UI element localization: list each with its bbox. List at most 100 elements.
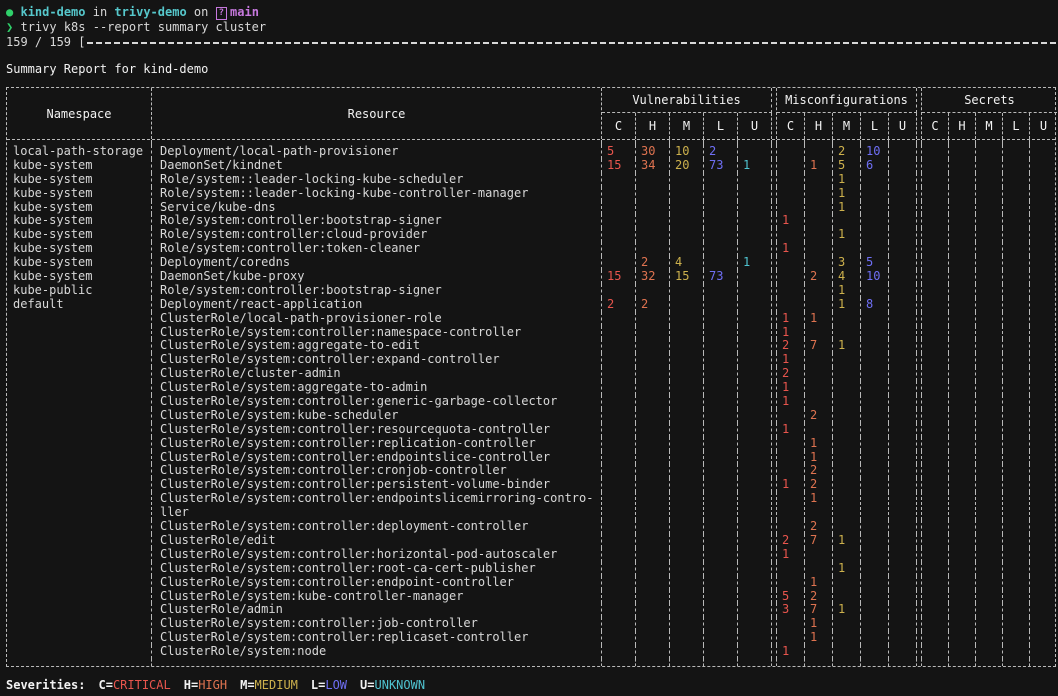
- count-cell: 2: [777, 367, 805, 381]
- count-cell: [976, 395, 1003, 409]
- count-cell: [1030, 645, 1057, 659]
- count-cell: [602, 603, 636, 617]
- namespace-cell: [7, 548, 152, 562]
- count-cell: [670, 326, 704, 340]
- namespace-cell: kube-system: [7, 214, 152, 228]
- count-cell: [738, 339, 772, 353]
- count-cell: [889, 381, 917, 395]
- count-cell: [1003, 284, 1030, 298]
- count-cell: [949, 576, 976, 590]
- resource-cell: ClusterRole/system:controller:job-contro…: [152, 617, 602, 631]
- count-cell: [861, 284, 889, 298]
- count-cell: [738, 603, 772, 617]
- table-row: ClusterRole/edit271: [7, 534, 1055, 548]
- count-cell: [704, 464, 738, 478]
- count-cell: [949, 409, 976, 423]
- count-cell: [704, 228, 738, 242]
- count-cell: [1003, 451, 1030, 465]
- count-cell: [833, 590, 861, 604]
- count-cell: [861, 409, 889, 423]
- resource-cell: Role/system:controller:bootstrap-signer: [152, 214, 602, 228]
- count-cell: [976, 590, 1003, 604]
- count-cell: [1003, 353, 1030, 367]
- count-cell: [704, 326, 738, 340]
- count-cell: [949, 381, 976, 395]
- count-cell: [738, 270, 772, 284]
- table-row: kube-systemService/kube-dns1: [7, 201, 1055, 215]
- progress-line: 159 / 159 [: [6, 35, 1058, 50]
- count-cell: 1: [777, 423, 805, 437]
- namespace-cell: kube-system: [7, 173, 152, 187]
- count-cell: [1003, 562, 1030, 576]
- count-cell: [602, 353, 636, 367]
- count-cell: [889, 478, 917, 492]
- count-cell: [861, 201, 889, 215]
- count-cell: 1: [777, 548, 805, 562]
- count-cell: [636, 395, 670, 409]
- count-cell: [636, 214, 670, 228]
- count-cell: 7: [805, 534, 833, 548]
- count-cell: [949, 437, 976, 451]
- count-cell: [976, 242, 1003, 256]
- count-cell: 73: [704, 159, 738, 173]
- count-cell: [670, 631, 704, 645]
- count-cell: [704, 576, 738, 590]
- count-cell: [976, 367, 1003, 381]
- count-cell: [805, 353, 833, 367]
- count-cell: [1003, 478, 1030, 492]
- legend-item: H=HIGH: [184, 678, 227, 692]
- count-cell: [805, 187, 833, 201]
- count-cell: [1030, 659, 1057, 666]
- count-cell: [1030, 492, 1057, 520]
- resource-cell: [152, 659, 602, 666]
- prompt-caret-icon: ❯: [6, 20, 13, 34]
- count-cell: [1030, 270, 1057, 284]
- resource-cell: ClusterRole/system:controller:endpointsl…: [152, 451, 602, 465]
- count-cell: 1: [833, 284, 861, 298]
- count-cell: [889, 562, 917, 576]
- count-cell: 7: [805, 339, 833, 353]
- namespace-cell: local-path-storage: [7, 145, 152, 159]
- count-cell: [889, 617, 917, 631]
- table-row: ClusterRole/system:controller:cronjob-co…: [7, 464, 1055, 478]
- count-cell: [861, 381, 889, 395]
- count-cell: [704, 645, 738, 659]
- count-cell: [833, 242, 861, 256]
- count-cell: 1: [805, 492, 833, 520]
- count-cell: [602, 228, 636, 242]
- count-cell: [833, 381, 861, 395]
- count-cell: [602, 478, 636, 492]
- namespace-cell: kube-system: [7, 187, 152, 201]
- resource-cell: ClusterRole/system:controller:namespace-…: [152, 326, 602, 340]
- count-cell: [976, 548, 1003, 562]
- namespace-cell: kube-system: [7, 242, 152, 256]
- table-row: ClusterRole/system:node1: [7, 645, 1055, 659]
- count-cell: [922, 534, 949, 548]
- namespace-cell: [7, 492, 152, 520]
- count-cell: [976, 409, 1003, 423]
- count-cell: [861, 534, 889, 548]
- count-cell: [777, 617, 805, 631]
- resource-cell: ClusterRole/system:controller:cronjob-co…: [152, 464, 602, 478]
- count-cell: [738, 562, 772, 576]
- count-cell: 1: [738, 256, 772, 270]
- count-cell: 2: [636, 298, 670, 312]
- count-cell: [833, 409, 861, 423]
- count-cell: [1003, 256, 1030, 270]
- count-cell: [1003, 270, 1030, 284]
- severity-column-header: H: [636, 113, 670, 139]
- count-cell: [922, 520, 949, 534]
- resource-cell: Role/system:controller:bootstrap-signer: [152, 284, 602, 298]
- table-row: kube-publicRole/system:controller:bootst…: [7, 284, 1055, 298]
- count-cell: [976, 187, 1003, 201]
- terminal[interactable]: ● kind-demo in trivy-demo on ?main ❯ tri…: [0, 0, 1058, 693]
- count-cell: [889, 395, 917, 409]
- count-cell: [602, 534, 636, 548]
- count-cell: [1030, 534, 1057, 548]
- count-cell: [949, 145, 976, 159]
- count-cell: [976, 478, 1003, 492]
- count-cell: [1003, 395, 1030, 409]
- count-cell: [949, 451, 976, 465]
- resource-cell: ClusterRole/system:controller:root-ca-ce…: [152, 562, 602, 576]
- count-cell: 1: [833, 173, 861, 187]
